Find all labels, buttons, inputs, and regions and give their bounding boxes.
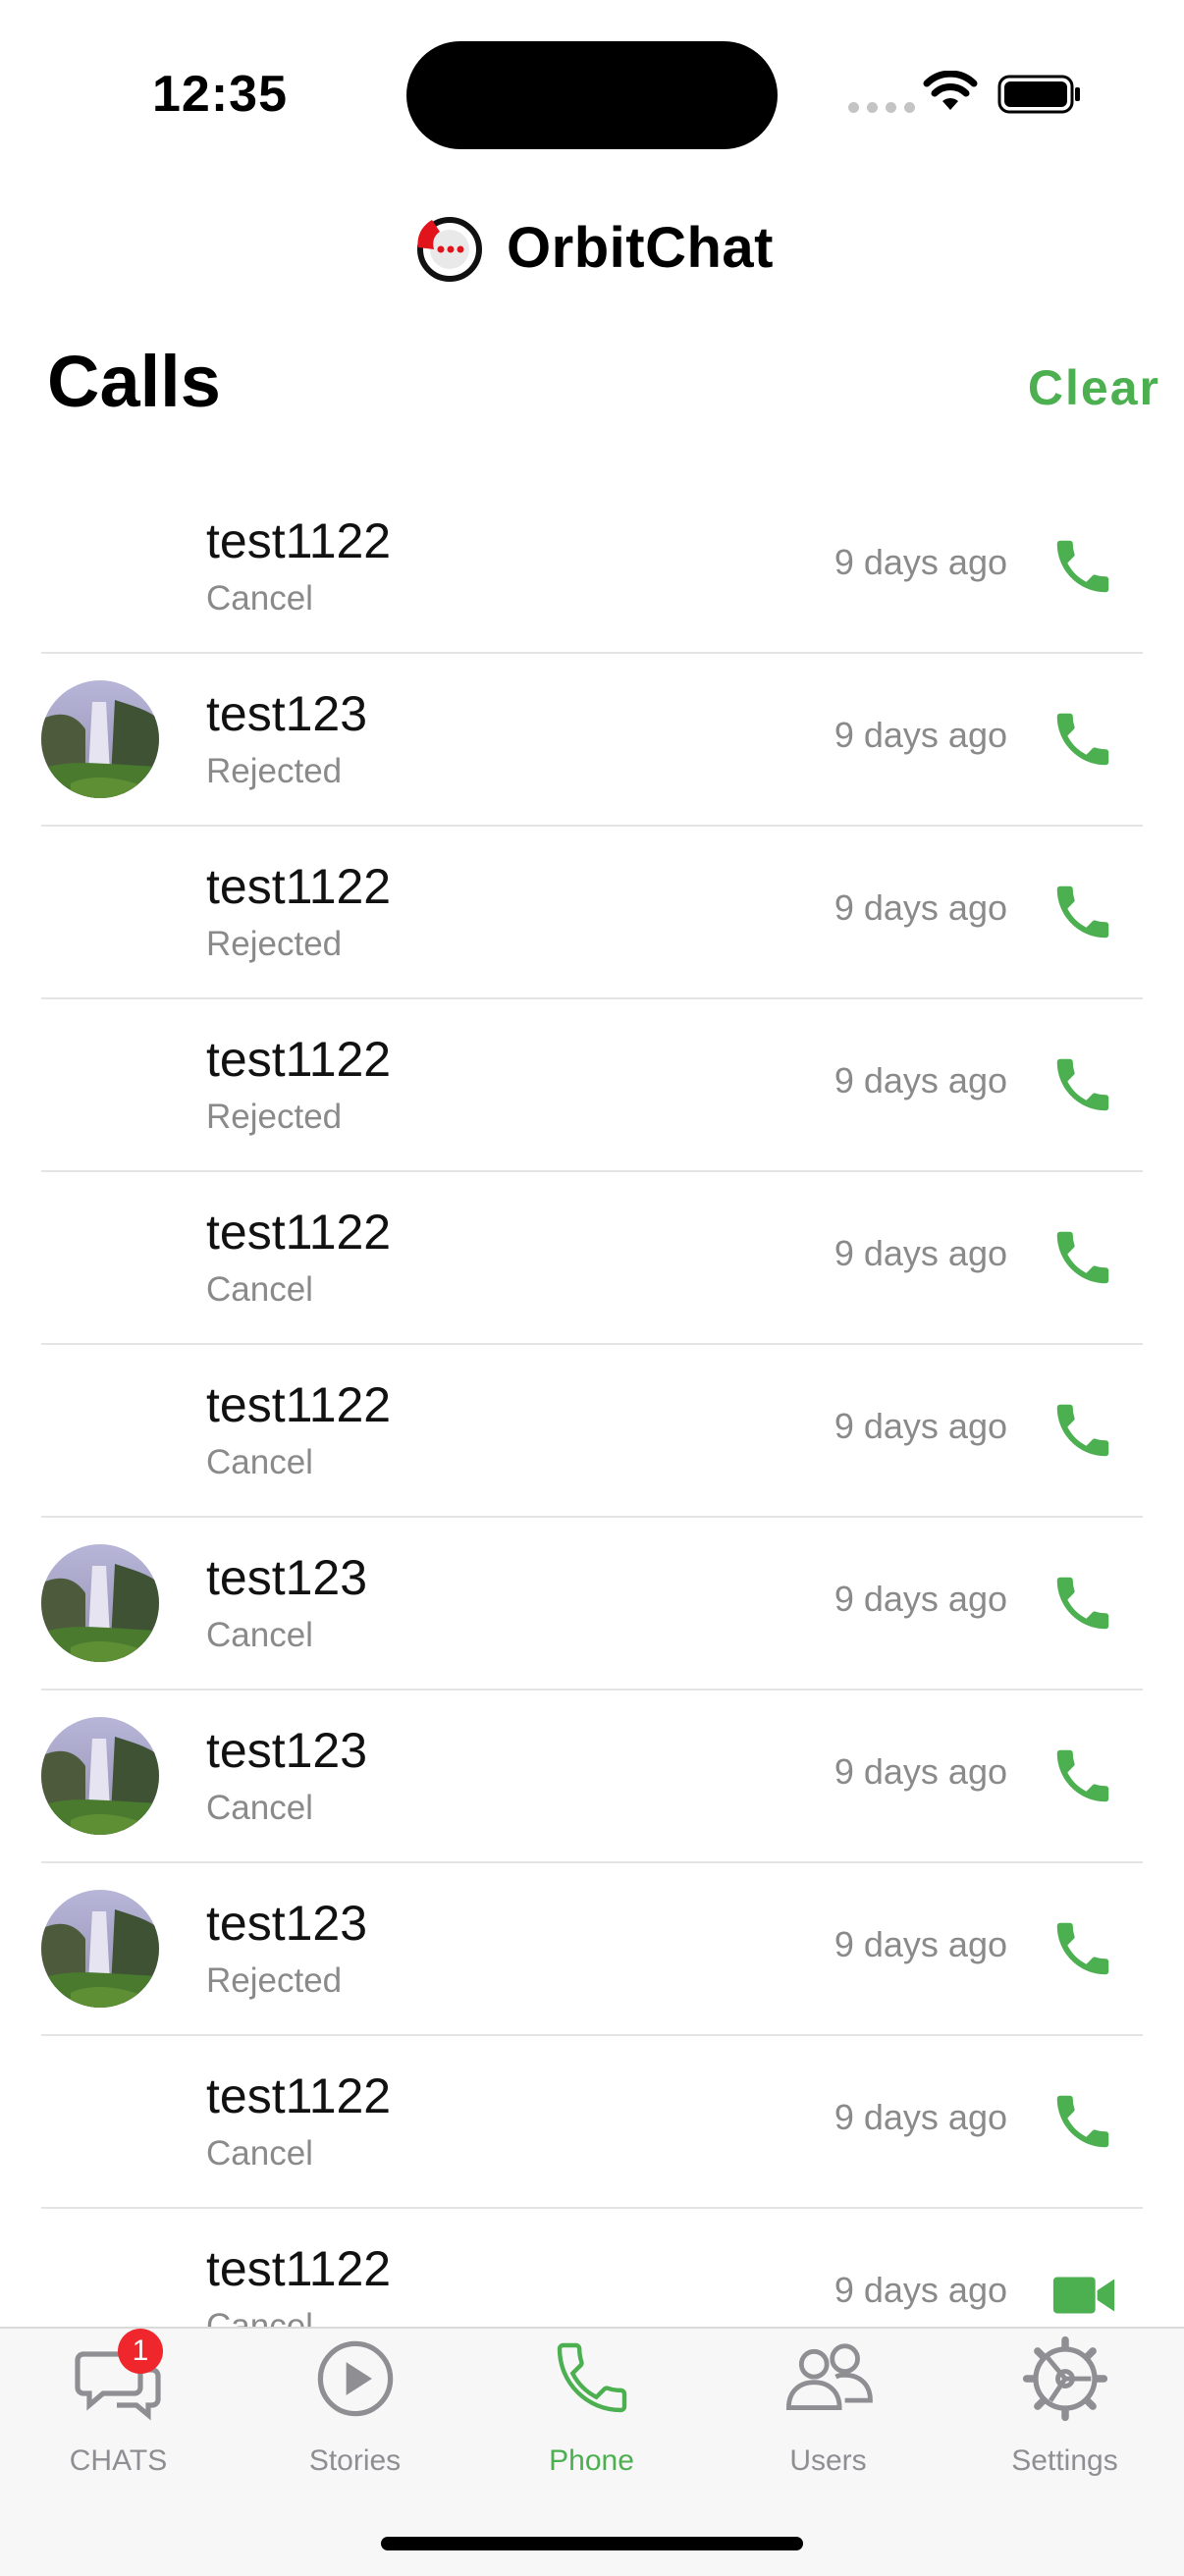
avatar	[41, 1717, 159, 1835]
call-time: 9 days ago	[834, 2097, 1007, 2137]
call-contact-name: test1122	[206, 2241, 392, 2296]
call-status: Rejected	[206, 752, 343, 790]
call-time: 9 days ago	[834, 1060, 1007, 1100]
call-contact-name: test1122	[206, 2068, 392, 2123]
title-row: Calls Clear	[0, 334, 1184, 432]
tab-label: Phone	[549, 2444, 634, 2477]
call-status: Rejected	[206, 1098, 343, 1136]
call-time: 9 days ago	[834, 1924, 1007, 1964]
call-contact-name: test123	[206, 686, 368, 741]
call-time: 9 days ago	[834, 715, 1007, 755]
wifi-icon	[923, 71, 978, 110]
call-status: Cancel	[206, 2134, 313, 2173]
call-status: Rejected	[206, 925, 343, 963]
cellular-signal-icon	[848, 102, 915, 113]
tab-label: CHATS	[69, 2444, 168, 2477]
tab-stories[interactable]: Stories	[237, 2329, 473, 2505]
call-time: 9 days ago	[834, 2270, 1007, 2310]
call-row[interactable]: test123 Cancel 9 days ago	[41, 1690, 1143, 1863]
call-time: 9 days ago	[834, 1233, 1007, 1273]
phone-call-icon[interactable]	[1049, 1569, 1117, 1637]
orbit-phone-logo-icon	[417, 217, 483, 282]
call-contact-name: test1122	[206, 513, 392, 568]
unread-badge: 1	[118, 2329, 163, 2374]
app-name: OrbitChat	[507, 215, 774, 280]
tab-settings[interactable]: Settings	[946, 2329, 1183, 2505]
phone-call-icon[interactable]	[1049, 532, 1117, 601]
phone-call-icon[interactable]	[1049, 2087, 1117, 2156]
call-time: 9 days ago	[834, 1751, 1007, 1792]
call-time: 9 days ago	[834, 1579, 1007, 1619]
call-time: 9 days ago	[834, 887, 1007, 928]
phone-call-icon[interactable]	[1049, 705, 1117, 774]
call-row[interactable]: test1122 Rejected 9 days ago	[41, 827, 1143, 999]
video-call-icon[interactable]	[1049, 2260, 1117, 2329]
app-brand: OrbitChat	[0, 208, 1184, 287]
call-row[interactable]: test1122 Cancel 9 days ago	[41, 481, 1143, 654]
tab-label: Users	[789, 2444, 867, 2477]
call-contact-name: test123	[206, 1550, 368, 1605]
phone-call-icon[interactable]	[1049, 878, 1117, 946]
call-time: 9 days ago	[834, 1406, 1007, 1446]
call-time: 9 days ago	[834, 542, 1007, 582]
tab-users[interactable]: Users	[710, 2329, 946, 2505]
call-contact-name: test1122	[206, 859, 392, 914]
clear-button[interactable]: Clear	[1028, 359, 1160, 416]
page-title: Calls	[47, 341, 221, 422]
call-row[interactable]: test123 Cancel 9 days ago	[41, 1518, 1143, 1690]
status-time: 12:35	[152, 66, 288, 123]
call-row[interactable]: test1122 Cancel 9 days ago	[41, 2036, 1143, 2209]
call-contact-name: test1122	[206, 1205, 392, 1260]
phone-call-icon[interactable]	[1049, 1223, 1117, 1292]
call-row[interactable]: test1122 Cancel 9 days ago	[41, 1172, 1143, 1345]
dynamic-island	[406, 41, 778, 149]
call-status: Cancel	[206, 1443, 313, 1481]
call-list: test1122 Cancel 9 days ago test123 Rejected…	[0, 481, 1184, 2382]
call-contact-name: test123	[206, 1723, 368, 1778]
tab-label: Settings	[1011, 2444, 1118, 2477]
avatar	[41, 680, 159, 798]
call-row[interactable]: test1122 Cancel 9 days ago	[41, 1345, 1143, 1518]
call-contact-name: test123	[206, 1896, 368, 1951]
phone-call-icon[interactable]	[1049, 1396, 1117, 1465]
tab-phone[interactable]: Phone	[473, 2329, 710, 2505]
call-status: Cancel	[206, 1616, 313, 1654]
tab-label: Stories	[308, 2444, 402, 2477]
phone-call-icon[interactable]	[1049, 1742, 1117, 1810]
call-status: Rejected	[206, 1961, 343, 2000]
call-status: Cancel	[206, 1789, 313, 1827]
call-contact-name: test1122	[206, 1377, 392, 1432]
phone-call-icon[interactable]	[1049, 1050, 1117, 1119]
call-row[interactable]: test1122 Rejected 9 days ago	[41, 999, 1143, 1172]
phone-call-icon[interactable]	[1049, 1914, 1117, 1983]
status-bar: 12:35	[0, 0, 1184, 187]
avatar	[41, 1544, 159, 1662]
call-contact-name: test1122	[206, 1032, 392, 1087]
avatar	[41, 1890, 159, 2008]
tab-chats[interactable]: 1 CHATS	[0, 2329, 237, 2505]
call-status: Cancel	[206, 1270, 313, 1309]
battery-icon	[997, 75, 1080, 114]
call-status: Cancel	[206, 579, 313, 617]
call-row[interactable]: test123 Rejected 9 days ago	[41, 654, 1143, 827]
home-indicator	[381, 2537, 803, 2550]
call-row[interactable]: test123 Rejected 9 days ago	[41, 1863, 1143, 2036]
